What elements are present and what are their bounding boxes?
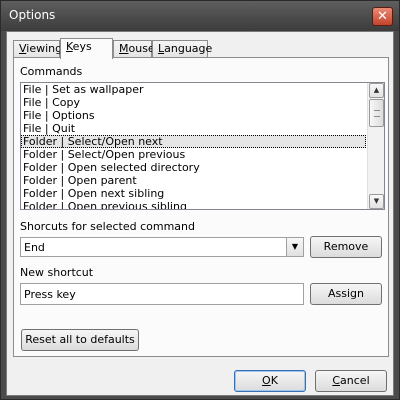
dropdown-button[interactable]: ▼ xyxy=(286,238,303,256)
tab-viewing[interactable]: Viewing xyxy=(13,40,63,58)
new-shortcut-label: New shortcut xyxy=(20,266,94,279)
title-bar[interactable]: Options ✕ xyxy=(1,1,399,31)
shortcuts-select-value: End xyxy=(24,241,45,254)
tab-keys-mnemonic: K xyxy=(66,40,73,53)
tab-language[interactable]: Language xyxy=(152,40,212,58)
shortcuts-select[interactable]: End ▼ xyxy=(20,237,304,257)
cancel-button[interactable]: Cancel xyxy=(315,370,387,392)
list-item[interactable]: File | Options xyxy=(21,109,366,122)
list-item[interactable]: Folder | Open next sibling xyxy=(21,187,366,200)
dialog-client-area: Viewing Keys Mouse Language Commands Fil… xyxy=(6,31,394,396)
window-title: Options xyxy=(9,8,56,22)
close-icon: ✕ xyxy=(377,9,388,24)
remove-button[interactable]: Remove xyxy=(310,236,382,258)
list-item[interactable]: Folder | Open previous sibling xyxy=(21,200,366,209)
list-item[interactable]: File | Quit xyxy=(21,122,366,135)
commands-list-items: File | Set as wallpaper File | Copy File |… xyxy=(21,83,384,209)
ok-mnemonic: O xyxy=(262,374,271,387)
cancel-mnemonic: C xyxy=(332,374,341,387)
tab-mouse-label: ouse xyxy=(128,42,155,55)
tab-mouse-mnemonic: M xyxy=(119,42,129,55)
ok-label: K xyxy=(270,374,278,387)
cancel-label: ancel xyxy=(340,374,370,387)
options-window: Options ✕ Viewing Keys Mouse Language Co… xyxy=(0,0,400,400)
list-item[interactable]: File | Set as wallpaper xyxy=(21,83,366,96)
reset-defaults-button[interactable]: Reset all to defaults xyxy=(21,329,139,351)
commands-list[interactable]: File | Set as wallpaper File | Copy File |… xyxy=(20,82,385,210)
list-item[interactable]: Folder | Open parent xyxy=(21,174,366,187)
new-shortcut-input[interactable]: Press key xyxy=(20,283,304,305)
tab-viewing-label: iewing xyxy=(26,42,63,55)
commands-scrollbar[interactable]: ▲ ▼ xyxy=(367,83,384,209)
chevron-up-icon: ▲ xyxy=(373,86,380,94)
scroll-thumb[interactable] xyxy=(369,99,384,127)
list-item[interactable]: Folder | Open selected directory xyxy=(21,161,366,174)
keys-tab-panel: Commands File | Set as wallpaper File | C… xyxy=(13,57,389,357)
list-item[interactable]: File | Copy xyxy=(21,96,366,109)
commands-label: Commands xyxy=(20,65,83,78)
tab-keys-label: eys xyxy=(72,40,92,53)
chevron-down-icon: ▼ xyxy=(373,197,380,205)
new-shortcut-value: Press key xyxy=(24,288,76,301)
scroll-up-button[interactable]: ▲ xyxy=(369,83,384,98)
scroll-down-button[interactable]: ▼ xyxy=(369,194,384,209)
tab-language-label: anguage xyxy=(164,42,213,55)
list-item[interactable]: Folder | Select/Open next xyxy=(21,135,366,148)
tab-keys[interactable]: Keys xyxy=(60,38,113,59)
ok-button[interactable]: OK xyxy=(234,370,306,392)
tab-mouse[interactable]: Mouse xyxy=(113,40,155,58)
assign-button[interactable]: Assign xyxy=(310,283,382,305)
chevron-down-icon: ▼ xyxy=(291,242,299,251)
close-button[interactable]: ✕ xyxy=(372,7,393,26)
shortcuts-label: Shorcuts for selected command xyxy=(20,220,195,233)
list-item[interactable]: Folder | Select/Open previous xyxy=(21,148,366,161)
grip-icon xyxy=(374,110,380,117)
